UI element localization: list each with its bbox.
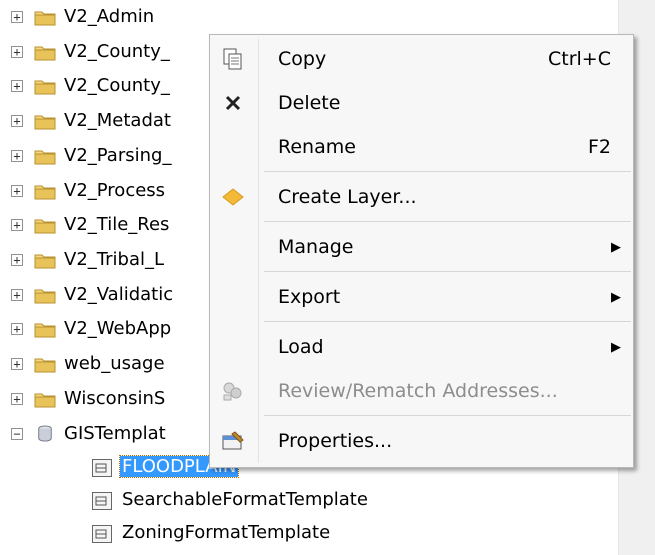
tree-item-label: ZoningFormatTemplate [122, 522, 331, 543]
expand-toggle[interactable]: + [11, 45, 23, 58]
expand-toggle[interactable]: + [11, 323, 23, 336]
folder-icon [34, 46, 56, 61]
menu-separator [264, 321, 631, 322]
tree-item-folder[interactable]: + V2_Admin [0, 2, 210, 33]
expand-toggle[interactable]: + [11, 219, 23, 232]
menu-item-manage[interactable]: Manage ▶ [210, 227, 633, 267]
expand-toggle[interactable]: + [11, 392, 23, 405]
tree-item-folder[interactable]: + WisconsinS [0, 384, 210, 415]
menu-separator [264, 221, 631, 222]
database-icon [38, 425, 52, 442]
tree-item-label: web_usage [64, 353, 165, 374]
expand-toggle[interactable]: + [11, 11, 23, 23]
submenu-arrow-icon: ▶ [611, 239, 621, 255]
expand-toggle[interactable]: + [11, 253, 23, 266]
expand-toggle[interactable]: + [11, 288, 23, 301]
tree-item-folder[interactable]: + V2_WebApp [0, 314, 210, 345]
table-template-icon [92, 459, 112, 477]
folder-icon [34, 115, 56, 130]
folder-icon [34, 11, 56, 26]
tree-item-folder[interactable]: + V2_Tile_Res [0, 210, 210, 241]
menu-separator [264, 171, 631, 172]
menu-item-review-rematch: Review/Rematch Addresses... [210, 371, 633, 411]
tree-item-folder[interactable]: + V2_Metadat [0, 106, 210, 137]
folder-icon [34, 254, 56, 269]
tree-item-label: V2_Tile_Res [64, 214, 170, 236]
folder-icon [34, 185, 56, 199]
menu-item-create-layer[interactable]: Create Layer... [210, 177, 633, 217]
expand-toggle[interactable]: + [11, 80, 23, 93]
tree-item-label: V2_Tribal_L [64, 248, 165, 270]
folder-icon [34, 393, 56, 408]
tree-item-folder[interactable]: + V2_Parsing_ [0, 141, 210, 172]
table-template-icon [92, 525, 112, 543]
expand-toggle[interactable]: + [11, 358, 23, 370]
menu-item-rename[interactable]: Rename F2 [210, 127, 633, 167]
tree-item-label: WisconsinS [64, 387, 166, 409]
menu-item-load[interactable]: Load ▶ [210, 327, 633, 367]
menu-separator [264, 415, 631, 416]
menu-item-delete[interactable]: Delete [210, 83, 633, 123]
menu-item-export[interactable]: Export ▶ [210, 277, 633, 317]
tree-item-folder[interactable]: + web_usage [0, 349, 210, 380]
folder-icon [34, 80, 56, 95]
table-template-icon [92, 492, 112, 510]
submenu-arrow-icon: ▶ [611, 289, 621, 305]
tree-item-folder[interactable]: + V2_Validatic [0, 280, 210, 311]
tree-item-database[interactable]: − GISTemplat [0, 419, 210, 450]
menu-item-copy[interactable]: Copy Ctrl+C [210, 39, 633, 79]
tree-item-label: V2_Admin [64, 6, 155, 27]
rematch-icon [220, 378, 246, 404]
submenu-arrow-icon: ▶ [611, 339, 621, 355]
tree-item-folder[interactable]: + V2_Tribal_L [0, 245, 210, 276]
menu-separator [264, 271, 631, 272]
tree-item-label: SearchableFormatTemplate [122, 489, 368, 510]
folder-icon [34, 289, 56, 304]
expand-toggle[interactable]: + [11, 115, 23, 128]
tree-item-folder[interactable]: + V2_County_ [0, 37, 210, 68]
tree-item-table[interactable]: ZoningFormatTemplate [0, 518, 420, 549]
folder-icon [34, 358, 56, 373]
folder-icon [34, 150, 56, 165]
tree-item-label: V2_Parsing_ [64, 144, 172, 166]
create-layer-icon [220, 184, 246, 210]
tree-item-folder[interactable]: + V2_County_ [0, 71, 210, 102]
menu-item-properties[interactable]: Properties... [210, 421, 633, 461]
copy-icon [220, 46, 246, 72]
tree-item-table[interactable]: SearchableFormatTemplate [0, 485, 420, 516]
tree-item-label: V2_County_ [64, 40, 170, 62]
delete-icon [220, 90, 246, 116]
collapse-toggle[interactable]: − [11, 428, 23, 440]
tree-item-label: GISTemplat [64, 423, 166, 444]
tree-item-label: V2_Validatic [64, 283, 174, 305]
properties-icon [220, 428, 246, 454]
expand-toggle[interactable]: + [11, 184, 23, 197]
context-menu: Copy Ctrl+C Delete Rename F2 Create Laye… [209, 34, 634, 468]
tree-item-label: V2_Process [64, 179, 166, 201]
tree-item-label: V2_Metadat [64, 110, 171, 132]
tree-item-label: V2_County_ [64, 75, 170, 97]
tree-item-label: V2_WebApp [64, 318, 172, 340]
folder-icon [34, 323, 56, 338]
tree-item-folder[interactable]: + V2_Process [0, 176, 210, 207]
folder-icon [34, 219, 56, 234]
expand-toggle[interactable]: + [11, 149, 23, 162]
